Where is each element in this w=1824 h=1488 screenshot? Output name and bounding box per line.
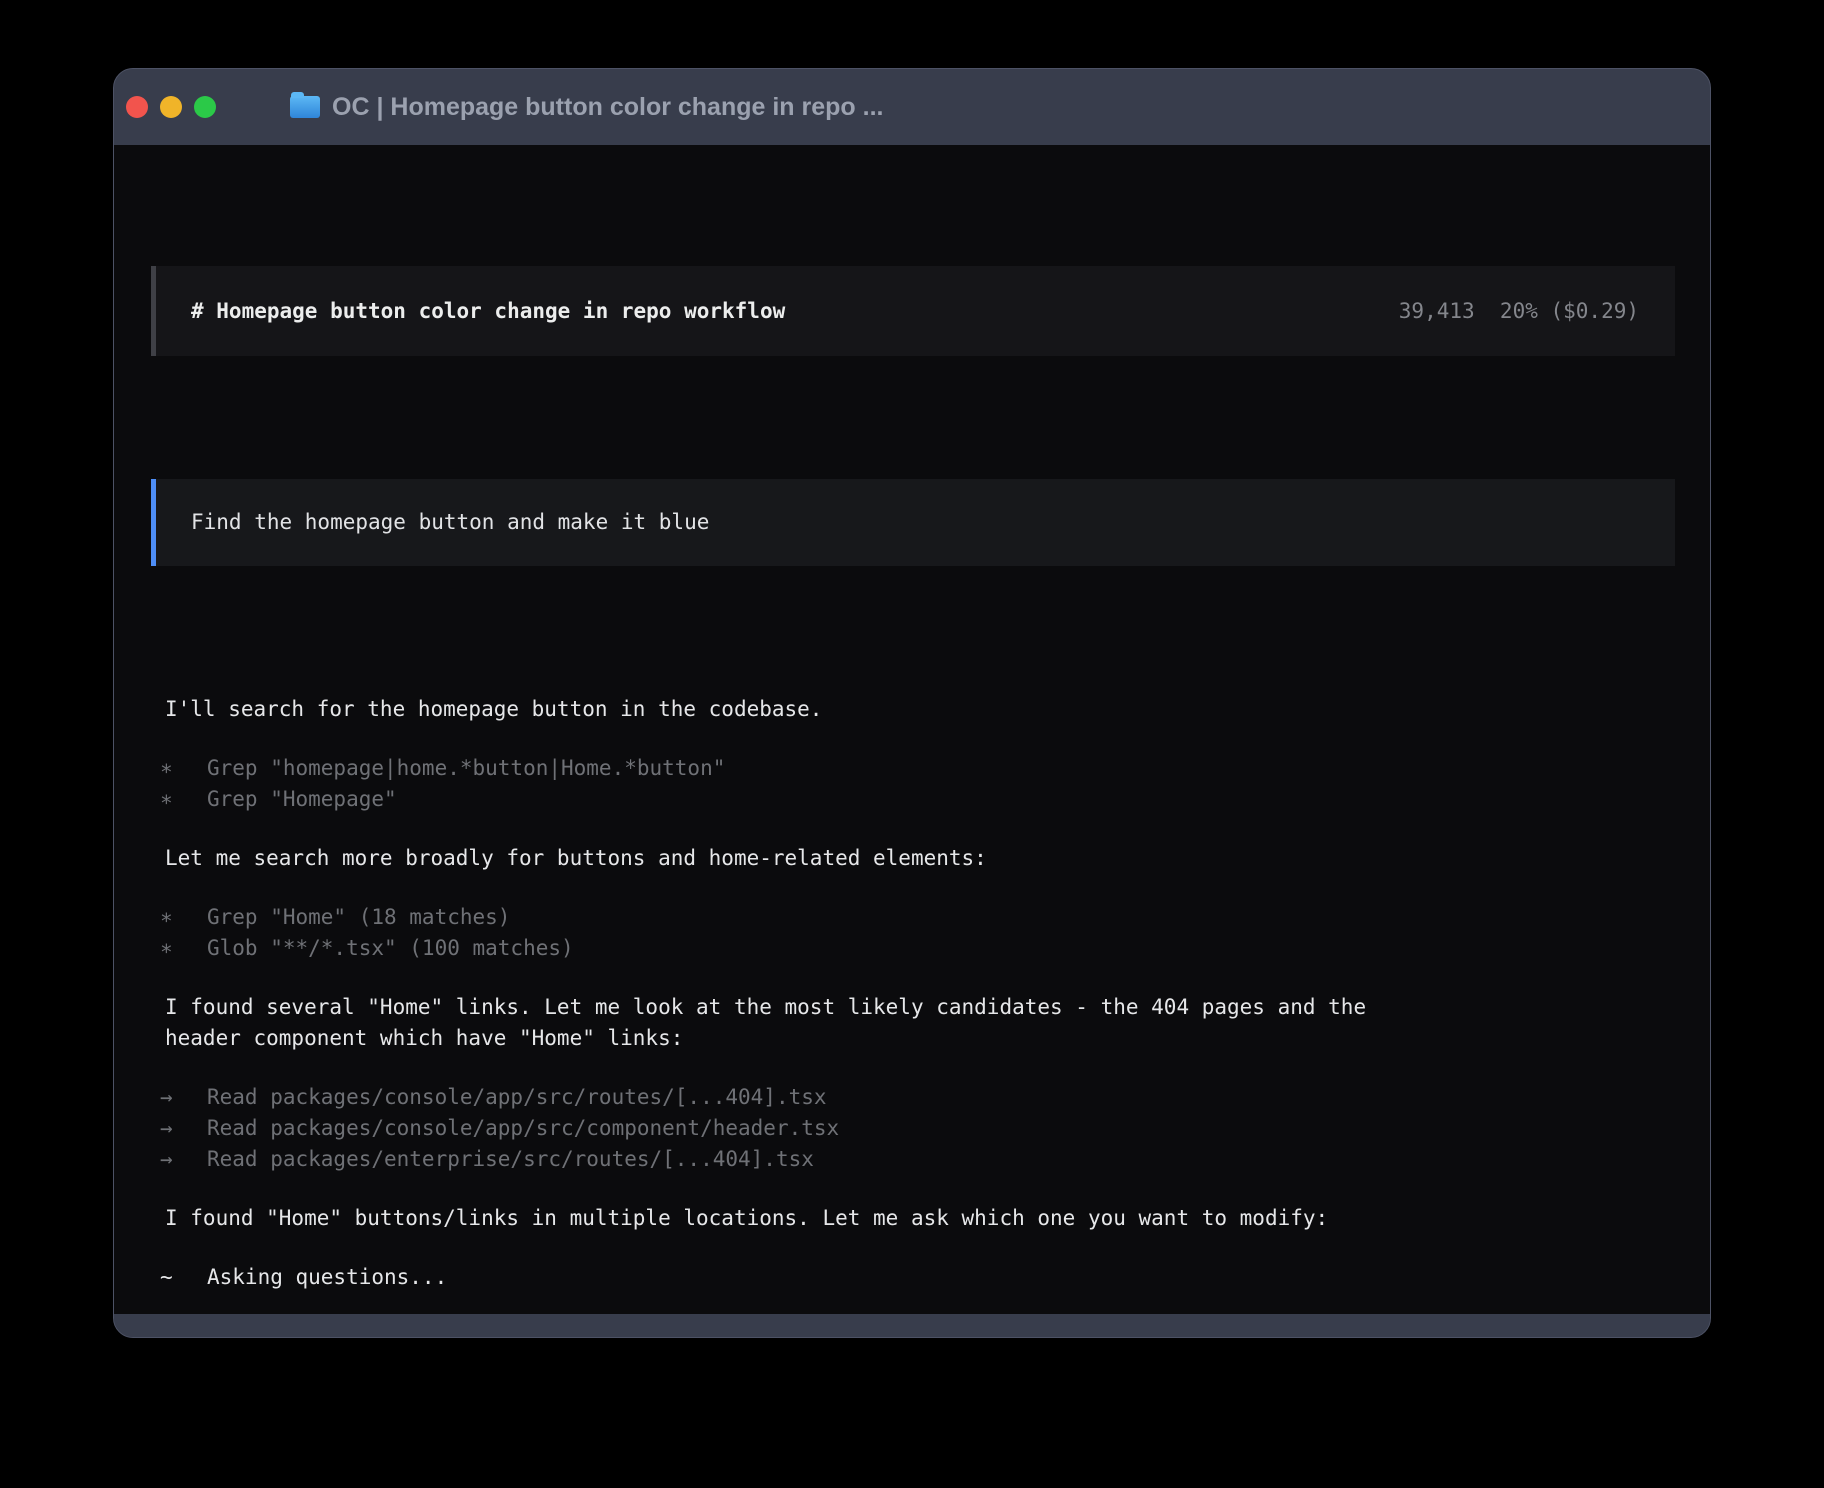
tool-call-group: →Read packages/console/app/src/routes/[.…: [160, 1082, 1710, 1175]
minimize-button[interactable]: [160, 96, 182, 118]
tool-call-row: ∗Grep "Home" (18 matches): [160, 902, 1710, 933]
tool-call-row: ∗Glob "**/*.tsx" (100 matches): [160, 933, 1710, 964]
asterisk-icon: ∗: [160, 933, 207, 964]
assistant-text-line: Let me search more broadly for buttons a…: [165, 843, 1710, 874]
working-status-text: Asking questions...: [207, 1265, 447, 1289]
assistant-text-line: I found "Home" buttons/links in multiple…: [165, 1203, 1710, 1234]
assistant-text-line: I'll search for the homepage button in t…: [165, 694, 1710, 725]
asterisk-icon: ∗: [160, 784, 207, 815]
tool-call-text: Read packages/enterprise/src/routes/[...…: [207, 1147, 814, 1171]
titlebar: OC | Homepage button color change in rep…: [114, 69, 1710, 145]
tool-call-text: Glob "**/*.tsx" (100 matches): [207, 936, 574, 960]
assistant-text-line: header component which have "Home" links…: [165, 1023, 1710, 1054]
traffic-lights: [126, 96, 216, 118]
tilde-icon: ~: [160, 1262, 207, 1293]
tool-call-text: Read packages/console/app/src/component/…: [207, 1116, 839, 1140]
session-header: # Homepage button color change in repo w…: [151, 266, 1675, 356]
user-message-text: Find the homepage button and make it blu…: [191, 507, 709, 538]
assistant-paragraph: I found several "Home" links. Let me loo…: [165, 992, 1710, 1054]
working-status-row: ~Asking questions...: [160, 1262, 1710, 1293]
terminal-window: OC | Homepage button color change in rep…: [113, 68, 1711, 1338]
tool-call-row: ∗Grep "homepage|home.*button|Home.*butto…: [160, 753, 1710, 784]
user-message: Find the homepage button and make it blu…: [151, 479, 1675, 566]
tool-call-row: →Read packages/console/app/src/routes/[.…: [160, 1082, 1710, 1113]
session-title: # Homepage button color change in repo w…: [191, 296, 785, 327]
tool-call-row: ∗Grep "Homepage": [160, 784, 1710, 815]
folder-icon: [290, 96, 320, 118]
zoom-button[interactable]: [194, 96, 216, 118]
tool-call-text: Grep "Homepage": [207, 787, 397, 811]
assistant-paragraph: I found "Home" buttons/links in multiple…: [165, 1203, 1710, 1234]
arrow-icon: →: [160, 1082, 207, 1113]
asterisk-icon: ∗: [160, 753, 207, 784]
window-title: OC | Homepage button color change in rep…: [332, 93, 883, 122]
arrow-icon: →: [160, 1144, 207, 1175]
tool-call-group: ∗Grep "Home" (18 matches)∗Glob "**/*.tsx…: [160, 902, 1710, 964]
assistant-paragraph: Let me search more broadly for buttons a…: [165, 843, 1710, 874]
tool-call-row: →Read packages/enterprise/src/routes/[..…: [160, 1144, 1710, 1175]
tool-call-text: Grep "Home" (18 matches): [207, 905, 510, 929]
window-bottom-edge: [114, 1314, 1710, 1337]
asterisk-icon: ∗: [160, 902, 207, 933]
session-token-stats: 39,413 20% ($0.29): [1399, 296, 1639, 327]
tool-call-text: Grep "homepage|home.*button|Home.*button…: [207, 756, 725, 780]
tool-call-row: →Read packages/console/app/src/component…: [160, 1113, 1710, 1144]
assistant-text-line: I found several "Home" links. Let me loo…: [165, 992, 1710, 1023]
assistant-paragraph: I'll search for the homepage button in t…: [165, 694, 1710, 725]
arrow-icon: →: [160, 1113, 207, 1144]
transcript: I'll search for the homepage button in t…: [114, 694, 1710, 1293]
tool-call-group: ∗Grep "homepage|home.*button|Home.*butto…: [160, 753, 1710, 815]
tool-call-text: Read packages/console/app/src/routes/[..…: [207, 1085, 827, 1109]
close-button[interactable]: [126, 96, 148, 118]
terminal-content: # Homepage button color change in repo w…: [114, 145, 1710, 1314]
